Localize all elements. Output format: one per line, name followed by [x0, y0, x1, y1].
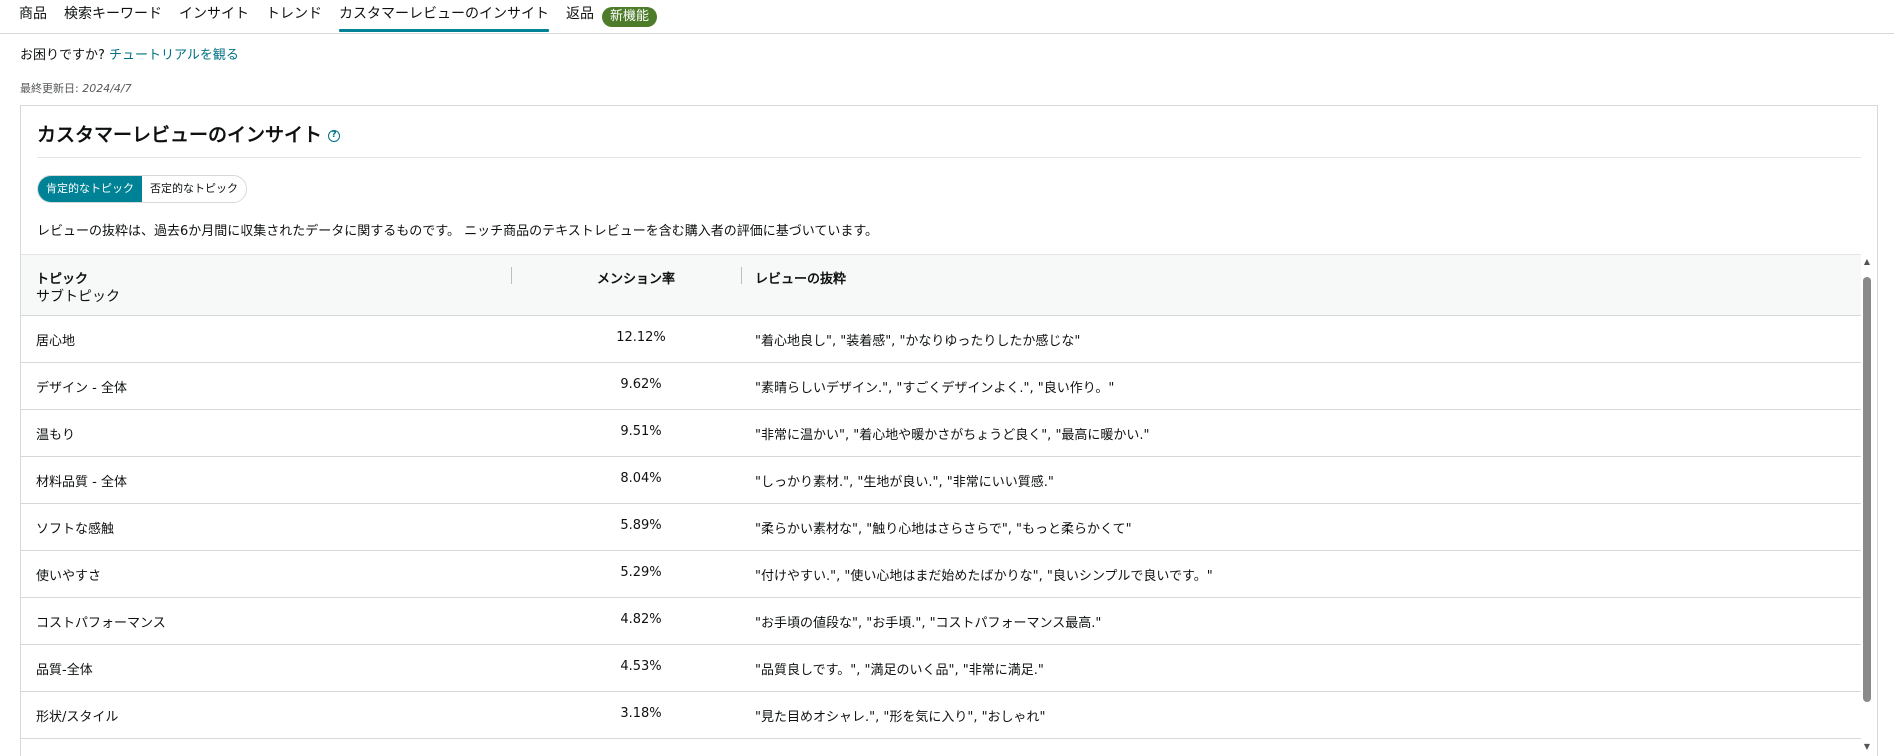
topic-cell: 温もり	[36, 428, 76, 443]
table-row: 品質-全体 4.53% "品質良しです。", "満足のいく品", "非常に満足.…	[21, 645, 1861, 692]
excerpt-cell: "品質良しです。", "満足のいく品", "非常に満足."	[755, 663, 1044, 678]
header-topic[interactable]: トピック	[36, 268, 88, 287]
mention-rate-cell: 8.04%	[620, 471, 662, 486]
excerpt-note: レビューの抜粋は、過去6か月間に収集されたデータに関するものです。 ニッチ商品の…	[37, 224, 879, 239]
topic-cell: 材料品質 - 全体	[36, 475, 127, 490]
topic-cell: 形状/スタイル	[36, 710, 119, 725]
mention-rate-cell: 4.53%	[620, 659, 662, 674]
panel-divider	[37, 157, 1861, 158]
excerpt-cell: "柔らかい素材な", "触り心地はさらさらで", "もっと柔らかくて"	[755, 522, 1132, 537]
excerpt-cell: "しっかり素材.", "生地が良い.", "非常にいい質感."	[755, 475, 1054, 490]
table-row: 材料品質 - 全体 8.04% "しっかり素材.", "生地が良い.", "非常…	[21, 457, 1861, 504]
topic-toggle: 肯定的なトピック 否定的なトピック	[37, 175, 247, 203]
tab-trends[interactable]: トレンド	[266, 0, 322, 33]
excerpt-cell: "お手頃の値段な", "お手頃.", "コストパフォーマンス最高."	[755, 616, 1102, 631]
table-row: ソフトな感触 5.89% "柔らかい素材な", "触り心地はさらさらで", "も…	[21, 504, 1861, 551]
negative-topics-button[interactable]: 否定的なトピック	[142, 176, 246, 202]
topic-cell: 居心地	[36, 334, 76, 349]
table-header: トピック サブトピック メンション率 レビューの抜粋	[21, 254, 1861, 316]
tab-search-keywords[interactable]: 検索キーワード	[64, 0, 162, 33]
mention-rate-cell: 4.82%	[620, 612, 662, 627]
tab-products[interactable]: 商品	[19, 0, 47, 33]
panel-title: カスタマーレビューのインサイト?	[37, 120, 341, 147]
new-feature-badge: 新機能	[602, 7, 658, 27]
scroll-up-arrow-icon[interactable]: ▲	[1862, 257, 1872, 267]
mention-rate-cell: 9.62%	[620, 377, 662, 392]
help-row: お困りですか? チュートリアルを観る	[20, 44, 239, 63]
excerpt-cell: "見た目めオシャレ.", "形を気に入り", "おしゃれ"	[755, 710, 1046, 725]
help-question: お困りですか?	[20, 48, 110, 63]
tab-customer-review-insights[interactable]: カスタマーレビューのインサイト	[339, 0, 549, 33]
last-updated-date: 2024/4/7	[82, 82, 132, 95]
tab-insights[interactable]: インサイト	[179, 0, 249, 33]
topic-cell: 品質-全体	[36, 663, 93, 678]
table-row: 使いやすさ 5.29% "付けやすい.", "使い心地はまだ始めたばかりな", …	[21, 551, 1861, 598]
column-separator[interactable]	[741, 267, 742, 284]
table-row: コストパフォーマンス 4.82% "お手頃の値段な", "お手頃.", "コスト…	[21, 598, 1861, 645]
tutorial-link[interactable]: チュートリアルを観る	[109, 48, 239, 63]
topic-cell: コストパフォーマンス	[36, 616, 166, 631]
last-updated: 最終更新日: 2024/4/7	[20, 80, 132, 96]
positive-topics-button[interactable]: 肯定的なトピック	[38, 176, 142, 202]
tab-returns[interactable]: 返品	[566, 0, 594, 33]
table-row: 形状/スタイル 3.18% "見た目めオシャレ.", "形を気に入り", "おし…	[21, 692, 1861, 739]
header-subtopic: サブトピック	[36, 289, 120, 305]
top-nav-tabs: 商品 検索キーワード インサイト トレンド カスタマーレビューのインサイト 返品…	[0, 0, 1894, 34]
scrollbar-thumb[interactable]	[1863, 277, 1871, 702]
last-updated-label: 最終更新日:	[20, 82, 83, 95]
excerpt-cell: "着心地良し", "装着感", "かなりゆったりしたか感じな"	[755, 334, 1081, 349]
table-row: 居心地 12.12% "着心地良し", "装着感", "かなりゆったりしたか感じ…	[21, 316, 1861, 363]
excerpt-cell: "付けやすい.", "使い心地はまだ始めたばかりな", "良いシンプルで良いです…	[755, 569, 1213, 584]
table-row: 温もり 9.51% "非常に温かい", "着心地や暖かさがちょうど良く", "最…	[21, 410, 1861, 457]
mention-rate-cell: 3.18%	[620, 706, 662, 721]
mention-rate-cell: 5.89%	[620, 518, 662, 533]
topic-cell: 使いやすさ	[36, 569, 102, 584]
topic-cell: ソフトな感触	[36, 522, 115, 537]
mention-rate-cell: 9.51%	[620, 424, 662, 439]
mention-rate-cell: 5.29%	[620, 565, 662, 580]
excerpt-cell: "素晴らしいデザイン.", "すごくデザインよく.", "良い作り。"	[755, 381, 1115, 396]
table-row: デザイン - 全体 9.62% "素晴らしいデザイン.", "すごくデザインよく…	[21, 363, 1861, 410]
mention-rate-cell: 12.12%	[616, 330, 666, 345]
scroll-down-arrow-icon[interactable]: ▼	[1862, 742, 1872, 752]
info-icon[interactable]: ?	[328, 129, 341, 142]
header-mention-rate[interactable]: メンション率	[511, 268, 761, 287]
topic-cell: デザイン - 全体	[36, 381, 127, 396]
table-scrollbar[interactable]: ▲ ▼	[1862, 257, 1872, 752]
header-review-excerpt: レビューの抜粋	[755, 272, 847, 287]
panel-title-text: カスタマーレビューのインサイト	[37, 124, 323, 146]
review-insights-panel: カスタマーレビューのインサイト? 肯定的なトピック 否定的なトピック レビューの…	[20, 105, 1878, 756]
excerpt-cell: "非常に温かい", "着心地や暖かさがちょうど良く", "最高に暖かい."	[755, 428, 1150, 443]
topics-table: トピック サブトピック メンション率 レビューの抜粋 居心地 12.12% "着…	[21, 254, 1861, 739]
